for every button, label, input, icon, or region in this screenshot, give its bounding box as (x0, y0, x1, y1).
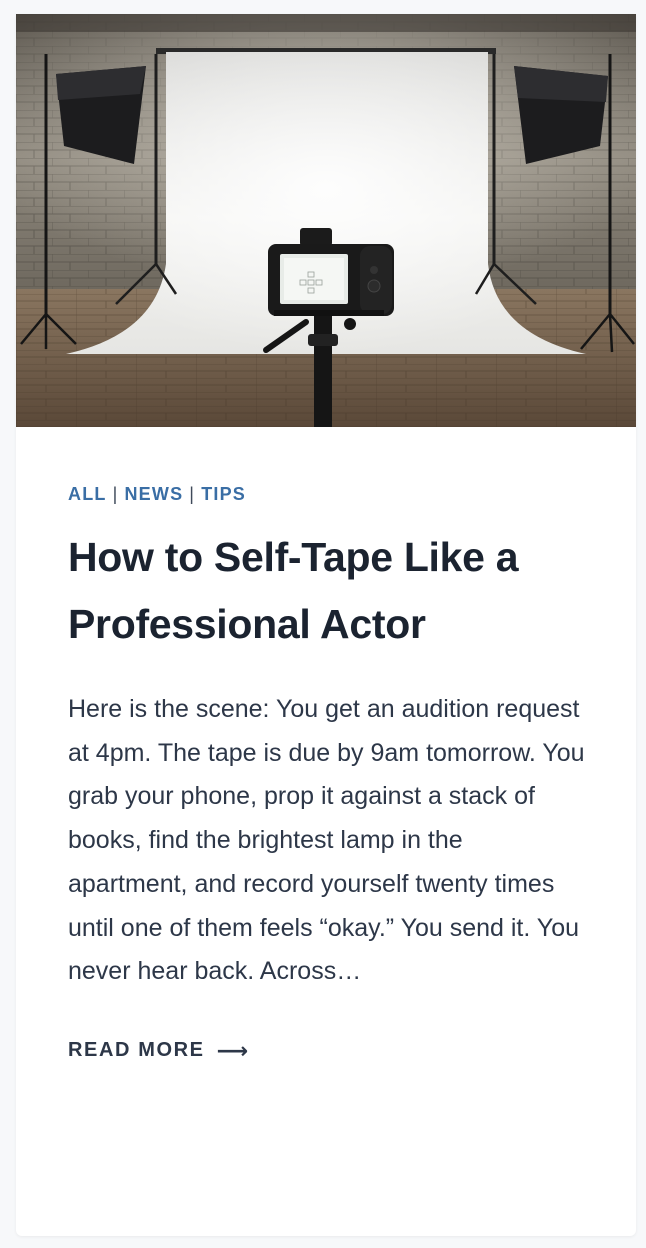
post-excerpt: Here is the scene: You get an audition r… (68, 695, 585, 986)
post-categories: ALL | NEWS | TIPS (68, 482, 588, 506)
read-more-label: READ MORE (68, 1039, 205, 1062)
post-content: ALL | NEWS | TIPS How to Self-Tape Like a Pr… (68, 482, 588, 1064)
category-separator: | (189, 484, 196, 504)
post-featured-image[interactable] (16, 14, 636, 427)
post-title[interactable]: How to Self-Tape Like a Professional Act… (68, 524, 588, 658)
photo-studio-camera-image (16, 14, 636, 427)
category-link-tips[interactable]: TIPS (201, 484, 246, 504)
category-link-news[interactable]: NEWS (124, 484, 183, 504)
category-link-all[interactable]: ALL (68, 484, 107, 504)
read-more-link[interactable]: READ MORE ⟶ (68, 1038, 248, 1064)
arrow-right-icon: ⟶ (216, 1037, 249, 1063)
post-card: ALL | NEWS | TIPS How to Self-Tape Like a Pr… (16, 14, 636, 1236)
category-separator: | (112, 484, 119, 504)
